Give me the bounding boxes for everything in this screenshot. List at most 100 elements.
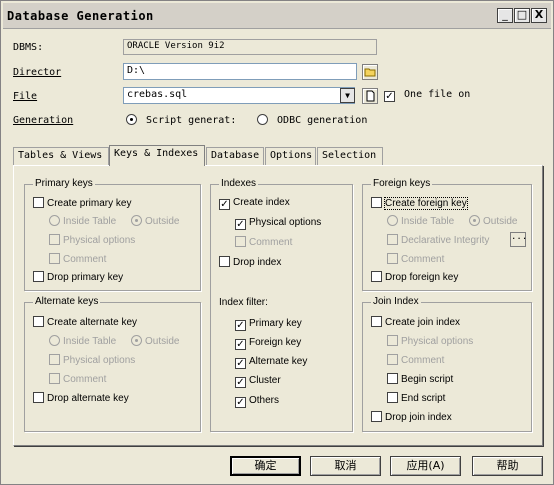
create-index-label: Create index xyxy=(233,197,290,208)
join-index-title: Join Index xyxy=(371,296,421,307)
create-index-option[interactable]: ✓ Create index xyxy=(219,197,290,210)
directory-label-text: Director xyxy=(13,67,62,78)
create-alternate-key-option[interactable]: Create alternate key xyxy=(33,316,137,328)
end-script-checkbox[interactable] xyxy=(387,392,398,403)
create-foreign-key-option[interactable]: Create foreign key xyxy=(371,197,468,210)
begin-script-checkbox[interactable] xyxy=(387,373,398,384)
tab-database[interactable]: Database xyxy=(206,147,264,165)
ak-comment-label: Comment xyxy=(63,374,107,385)
pk-comment-option: Comment xyxy=(49,253,106,265)
drop-join-index-checkbox[interactable] xyxy=(371,411,382,422)
drop-alternate-key-checkbox[interactable] xyxy=(33,392,44,403)
ok-button[interactable]: 确定 xyxy=(230,456,301,476)
chevron-down-icon[interactable]: ▼ xyxy=(340,88,355,103)
ak-physical-label: Physical options xyxy=(63,355,136,366)
tab-selection[interactable]: Selection xyxy=(317,147,383,165)
script-generation-option[interactable]: Script generat: xyxy=(126,114,236,126)
filter-others-checkbox[interactable]: ✓ xyxy=(235,397,246,408)
filter-alternate-key-option[interactable]: ✓ Alternate key xyxy=(235,356,307,369)
indexes-title: Indexes xyxy=(219,178,259,189)
alternate-keys-group: Alternate keys Create alternate key Insi… xyxy=(24,296,201,432)
pk-physical-checkbox xyxy=(49,234,60,245)
foreign-keys-title: Foreign keys xyxy=(371,178,433,189)
tab-options[interactable]: Options xyxy=(265,147,316,165)
drop-primary-key-checkbox[interactable] xyxy=(33,271,44,282)
filter-primary-key-label: Primary key xyxy=(249,318,302,329)
create-join-index-option[interactable]: Create join index xyxy=(371,316,460,328)
one-file-checkbox[interactable]: ✓ xyxy=(384,91,395,102)
foreign-keys-group: Foreign keys Create foreign key Inside T… xyxy=(362,178,532,291)
ak-comment-checkbox xyxy=(49,373,60,384)
drop-primary-key-option[interactable]: Drop primary key xyxy=(33,271,123,283)
help-button[interactable]: 帮助 xyxy=(472,456,543,476)
odbc-generation-label: ODBC generation xyxy=(277,115,368,126)
fk-declarative-label: Declarative Integrity xyxy=(401,235,490,246)
fk-declarative-checkbox xyxy=(387,234,398,245)
ak-physical-options: Physical options xyxy=(49,354,135,366)
filter-primary-key-option[interactable]: ✓ Primary key xyxy=(235,318,302,331)
primary-keys-title: Primary keys xyxy=(33,178,95,189)
ak-physical-checkbox xyxy=(49,354,60,365)
drop-foreign-key-option[interactable]: Drop foreign key xyxy=(371,271,458,283)
one-file-option[interactable]: ✓ One file on xyxy=(384,89,470,102)
create-join-index-checkbox[interactable] xyxy=(371,316,382,327)
filter-cluster-option[interactable]: ✓ Cluster xyxy=(235,375,281,388)
browse-file-button[interactable] xyxy=(362,88,378,104)
filter-alternate-key-checkbox[interactable]: ✓ xyxy=(235,358,246,369)
index-physical-checkbox[interactable]: ✓ xyxy=(235,219,246,230)
title-bar[interactable]: Database Generation _ □ X xyxy=(3,3,551,29)
file-combo-value: crebas.sql xyxy=(127,89,188,100)
fk-comment-checkbox xyxy=(387,253,398,264)
file-combo[interactable]: crebas.sql xyxy=(123,87,355,104)
filter-cluster-checkbox[interactable]: ✓ xyxy=(235,377,246,388)
declarative-integrity-more-button[interactable]: ... xyxy=(510,232,527,247)
close-button[interactable]: X xyxy=(531,8,547,23)
end-script-option[interactable]: End script xyxy=(387,392,445,404)
ji-comment-option: Comment xyxy=(387,354,444,366)
create-primary-key-checkbox[interactable] xyxy=(33,197,44,208)
fk-inside-table-option: Inside Table xyxy=(387,215,454,227)
drop-index-label: Drop index xyxy=(233,257,282,268)
minimize-button[interactable]: _ xyxy=(497,8,513,23)
apply-button[interactable]: 应用(A) xyxy=(390,456,461,476)
create-primary-key-option[interactable]: Create primary key xyxy=(33,197,131,209)
cancel-button[interactable]: 取消 xyxy=(310,456,381,476)
drop-foreign-key-checkbox[interactable] xyxy=(371,271,382,282)
filter-cluster-label: Cluster xyxy=(249,375,281,386)
fk-declarative-option: Declarative Integrity xyxy=(387,234,489,246)
ak-inside-table-radio xyxy=(49,335,60,346)
odbc-generation-radio[interactable] xyxy=(257,114,268,125)
drop-index-checkbox[interactable] xyxy=(219,256,230,267)
filter-foreign-key-checkbox[interactable]: ✓ xyxy=(235,339,246,350)
filter-foreign-key-label: Foreign key xyxy=(249,337,302,348)
create-alternate-key-checkbox[interactable] xyxy=(33,316,44,327)
keys-indexes-panel: Primary keys Create primary key Inside T… xyxy=(13,165,543,446)
filter-others-option[interactable]: ✓ Others xyxy=(235,395,279,408)
drop-join-index-label: Drop join index xyxy=(385,412,452,423)
generation-label: Generation xyxy=(13,115,73,126)
ak-outside-option: Outside xyxy=(131,335,179,347)
create-join-index-label: Create join index xyxy=(385,317,461,328)
filter-foreign-key-option[interactable]: ✓ Foreign key xyxy=(235,337,301,350)
pk-comment-label: Comment xyxy=(63,254,107,265)
odbc-generation-option[interactable]: ODBC generation xyxy=(257,114,367,126)
filter-primary-key-checkbox[interactable]: ✓ xyxy=(235,320,246,331)
drop-index-option[interactable]: Drop index xyxy=(219,256,281,268)
drop-alternate-key-label: Drop alternate key xyxy=(47,393,129,404)
maximize-button[interactable]: □ xyxy=(514,8,530,23)
database-generation-window: Database Generation _ □ X DBMS: ORACLE V… xyxy=(0,0,554,485)
alternate-keys-title: Alternate keys xyxy=(33,296,101,307)
tab-tables-views[interactable]: Tables & Views xyxy=(13,147,109,165)
browse-folder-button[interactable] xyxy=(362,64,378,80)
script-generation-radio[interactable] xyxy=(126,114,137,125)
drop-alternate-key-option[interactable]: Drop alternate key xyxy=(33,392,129,404)
directory-input[interactable]: D:\ xyxy=(123,63,357,80)
generation-label-text: Generation xyxy=(13,115,74,126)
create-foreign-key-checkbox[interactable] xyxy=(371,197,382,208)
tab-keys-indexes[interactable]: Keys & Indexes xyxy=(109,145,205,166)
index-physical-option[interactable]: ✓ Physical options xyxy=(235,217,321,230)
drop-join-index-option[interactable]: Drop join index xyxy=(371,411,452,423)
begin-script-option[interactable]: Begin script xyxy=(387,373,453,385)
create-index-checkbox[interactable]: ✓ xyxy=(219,199,230,210)
drop-primary-key-label: Drop primary key xyxy=(47,272,124,283)
